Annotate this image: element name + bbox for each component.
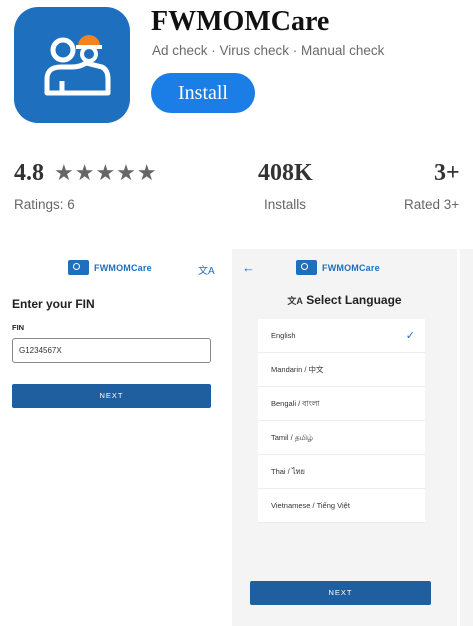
brand-header: FWMOMCare <box>68 260 152 275</box>
language-option-english[interactable]: English ✓ <box>258 319 425 353</box>
installs-value: 408K <box>258 160 313 186</box>
ratings-count: Ratings: 6 <box>14 197 75 212</box>
app-icon <box>14 7 130 123</box>
language-option-mandarin[interactable]: Mandarin / 中文 <box>258 353 425 387</box>
installs-label: Installs <box>264 197 307 212</box>
brand-logo-icon <box>296 260 317 275</box>
language-list: English ✓ Mandarin / 中文 Bengali / বাংলা … <box>258 319 425 523</box>
app-title: FWMOMCare <box>151 6 330 37</box>
star-rating-icon: ★★★★★ <box>54 160 158 185</box>
translate-icon: 文A <box>287 296 303 306</box>
check-icon: ✓ <box>405 330 415 342</box>
brand-header: FWMOMCare <box>296 260 380 275</box>
language-option-vietnamese[interactable]: Vietnamese / Tiếng Việt <box>258 489 425 523</box>
brand-name: FWMOMCare <box>94 262 152 273</box>
translate-icon[interactable]: 文A <box>198 262 215 277</box>
language-option-tamil[interactable]: Tamil / தமிழ் <box>258 421 425 455</box>
language-option-bengali[interactable]: Bengali / বাংলা <box>258 387 425 421</box>
worker-logo-icon <box>44 35 111 96</box>
brand-name: FWMOMCare <box>322 262 380 273</box>
back-arrow-icon[interactable]: ← <box>242 260 255 275</box>
language-option-thai[interactable]: Thai / ไทย <box>258 455 425 489</box>
brand-logo-icon <box>68 260 89 275</box>
fin-next-button[interactable]: NEXT <box>12 384 211 408</box>
language-next-button[interactable]: NEXT <box>250 581 431 605</box>
app-tags: Ad check · Virus check · Manual check <box>152 43 385 58</box>
next-screenshot-edge <box>460 249 473 626</box>
age-rating-label: Rated 3+ <box>404 197 460 212</box>
fin-title: Enter your FIN <box>12 297 95 311</box>
install-button[interactable]: Install <box>151 73 255 113</box>
age-rating-value: 3+ <box>434 160 460 186</box>
rating-value: 4.8 <box>14 160 44 186</box>
select-language-title: 文A Select Language <box>287 293 402 307</box>
fin-field-label: FIN <box>12 323 25 332</box>
fin-input[interactable]: G1234567X <box>12 338 211 363</box>
